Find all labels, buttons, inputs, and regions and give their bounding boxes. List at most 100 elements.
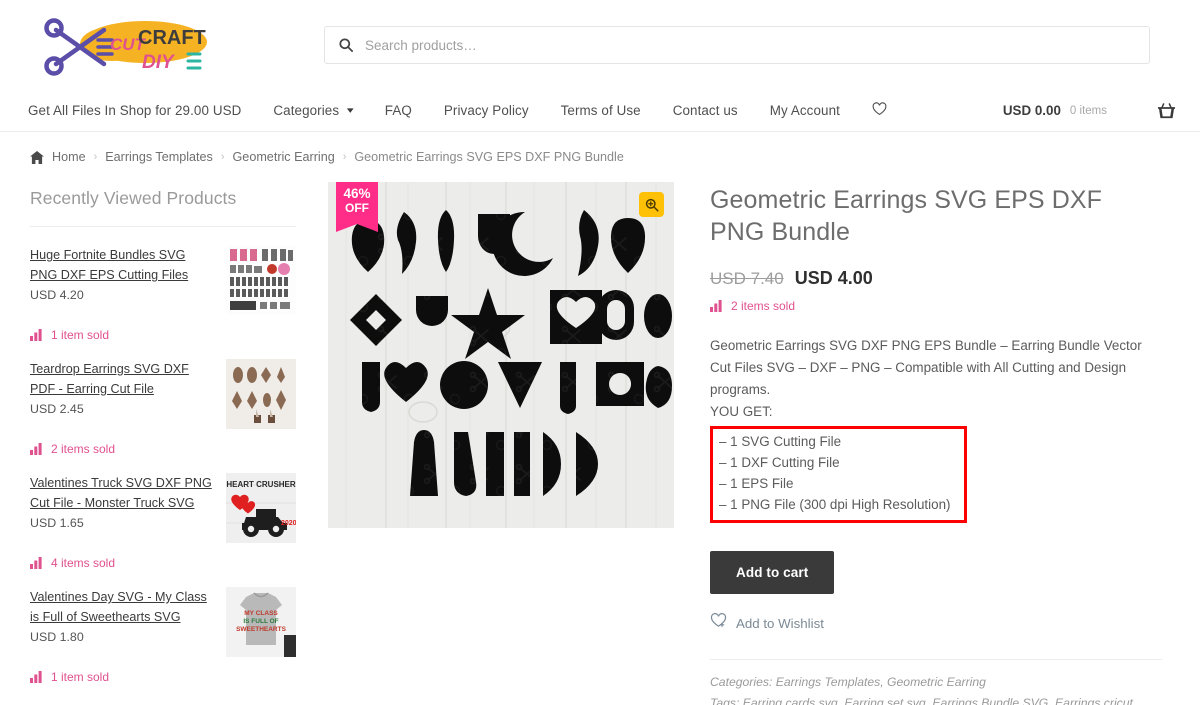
chevron-down-icon: ▾ (347, 105, 354, 115)
product-link[interactable]: Huge Fortnite Bundles SVG PNG DXF EPS Cu… (30, 245, 216, 285)
grey-tshirt-valentines-icon: MY CLASS IS FULL OF SWEETHEARTS (226, 587, 296, 657)
categories-value[interactable]: Earrings Templates, Geometric Earring (776, 675, 986, 689)
nav-label: Contact us (672, 103, 738, 118)
svg-text:MY CLASS: MY CLASS (244, 610, 278, 617)
breadcrumb-item-home[interactable]: Home (52, 150, 86, 164)
nav-item-my-account[interactable]: My Account (770, 103, 840, 118)
breadcrumb-separator: › (220, 151, 225, 163)
sidebar-recently-viewed: Recently Viewed Products Huge Fortnite B… (24, 182, 296, 705)
search-input[interactable] (363, 36, 1135, 54)
breadcrumb: Home › Earrings Templates › Geometric Ea… (0, 132, 1200, 164)
product-thumbnail[interactable] (226, 359, 296, 429)
cart-amount: USD 0.00 (1002, 103, 1061, 118)
sidebar-divider (30, 226, 296, 227)
product-image[interactable]: 46% OFF (328, 182, 674, 528)
wishlist-label: Add to Wishlist (736, 615, 824, 631)
list-item[interactable]: Valentines Day SVG - My Class is Full of… (30, 587, 296, 657)
product-thumbnail[interactable] (226, 245, 296, 315)
nav-item-contact-us[interactable]: Contact us (673, 103, 738, 118)
product-summary: Geometric Earrings SVG EPS DXF PNG Bundl… (710, 182, 1176, 705)
product-link[interactable]: Teardrop Earrings SVG DXF PDF - Earring … (30, 359, 216, 399)
product-description: Geometric Earrings SVG DXF PNG EPS Bundl… (710, 335, 1162, 523)
heart-plus-icon (710, 613, 727, 633)
sold-label: 2 items sold (51, 442, 116, 456)
site-logo[interactable]: CUT CRAFT DIY (24, 9, 314, 81)
list-item[interactable]: Huge Fortnite Bundles SVG PNG DXF EPS Cu… (30, 245, 296, 315)
product-thumbnail[interactable]: HEART CRUSHER 2020 (226, 473, 296, 543)
nav-links: Get All Files In Shop for 29.00 USD Cate… (28, 102, 887, 119)
bar-chart-icon (710, 300, 724, 312)
product-link[interactable]: Valentines Day SVG - My Class is Full of… (30, 587, 216, 627)
home-icon[interactable] (30, 150, 44, 164)
nav-item-faq[interactable]: FAQ (385, 103, 412, 118)
included-file: – 1 DXF Cutting File (719, 455, 840, 470)
nav-label: FAQ (384, 103, 412, 118)
cart-summary[interactable]: USD 0.00 0 items (1003, 102, 1176, 120)
sold-count: 2 items sold (30, 442, 296, 456)
included-file: – 1 PNG File (300 dpi High Resolution) (719, 497, 951, 512)
add-to-wishlist-button[interactable]: Add to Wishlist (710, 613, 1162, 633)
sold-count: 1 item sold (30, 328, 296, 342)
search-icon (339, 38, 353, 52)
earring-shapes-image (328, 182, 674, 528)
magnifier-plus-icon[interactable] (639, 192, 664, 217)
teardrop-earrings-wood-icon (226, 359, 296, 429)
tags-label: Tags: (710, 696, 740, 705)
sold-count: 2 items sold (710, 299, 1162, 313)
sold-label: 1 item sold (51, 670, 110, 684)
included-files-highlight: – 1 SVG Cutting File – 1 DXF Cutting Fil… (710, 426, 968, 523)
nav-item-privacy-policy[interactable]: Privacy Policy (444, 103, 529, 118)
svg-text:DIY: DIY (142, 52, 176, 73)
product-tags: Tags: Earring cards svg, Earring set svg… (710, 694, 1162, 705)
meta-divider (710, 659, 1162, 660)
included-file: – 1 SVG Cutting File (719, 434, 842, 449)
product-price: USD 1.80 (30, 630, 84, 644)
categories-label: Categories: (710, 675, 773, 689)
breadcrumb-separator: › (93, 151, 98, 163)
breadcrumb-item-current: Geometric Earrings SVG EPS DXF PNG Bundl… (354, 150, 624, 164)
product-link[interactable]: Valentines Truck SVG DXF PNG Cut File - … (30, 473, 216, 513)
list-item[interactable]: Valentines Truck SVG DXF PNG Cut File - … (30, 473, 296, 543)
nav-label: My Account (769, 103, 840, 118)
svg-text:2020: 2020 (281, 520, 296, 527)
product-info: Teardrop Earrings SVG DXF PDF - Earring … (30, 359, 226, 429)
logo-graphic: CUT CRAFT DIY (44, 18, 207, 76)
add-to-cart-button[interactable]: Add to cart (710, 551, 835, 594)
sold-count: 4 items sold (30, 556, 296, 570)
price-block: USD 7.40 USD 4.00 (710, 268, 1162, 289)
sale-percent: 46% (343, 186, 371, 201)
basket-icon[interactable] (1157, 102, 1176, 120)
bar-chart-icon (30, 671, 44, 683)
nav-label: Get All Files In Shop for 29.00 USD (28, 103, 242, 118)
heart-crusher-monster-truck-icon: HEART CRUSHER 2020 (226, 473, 296, 543)
nav-item-wishlist[interactable] (872, 102, 887, 119)
tags-value[interactable]: Earring cards svg, Earring set svg, Earr… (710, 696, 1137, 705)
sale-off-label: OFF (345, 201, 369, 215)
price-current: USD 4.00 (794, 268, 873, 288)
svg-text:HEART CRUSHER: HEART CRUSHER (226, 480, 296, 489)
heart-icon (872, 102, 887, 119)
product-price: USD 2.45 (30, 402, 84, 416)
main-content: Recently Viewed Products Huge Fortnite B… (0, 164, 1200, 705)
included-file: – 1 EPS File (719, 476, 794, 491)
sold-label: 2 items sold (731, 299, 796, 313)
breadcrumb-separator: › (342, 151, 347, 163)
main-navigation: Get All Files In Shop for 29.00 USD Cate… (0, 90, 1200, 132)
breadcrumb-item-geometric-earring[interactable]: Geometric Earring (233, 150, 335, 164)
page-title: Geometric Earrings SVG EPS DXF PNG Bundl… (710, 186, 1103, 246)
site-header: CUT CRAFT DIY (0, 0, 1200, 90)
nav-label: Categories (273, 103, 340, 118)
list-item[interactable]: Teardrop Earrings SVG DXF PDF - Earring … (30, 359, 296, 429)
nav-item-terms-of-use[interactable]: Terms of Use (561, 103, 641, 118)
search-bar[interactable] (324, 26, 1150, 64)
product-info: Valentines Day SVG - My Class is Full of… (30, 587, 226, 657)
you-get-label: YOU GET: (710, 404, 773, 419)
bar-chart-icon (30, 443, 44, 455)
svg-text:IS FULL OF: IS FULL OF (243, 618, 278, 625)
product-price: USD 4.20 (30, 288, 84, 302)
product-gallery: 46% OFF (328, 182, 674, 705)
nav-item-categories[interactable]: Categories ▾ (273, 103, 354, 118)
nav-item-all-files[interactable]: Get All Files In Shop for 29.00 USD (28, 103, 241, 118)
breadcrumb-item-earrings-templates[interactable]: Earrings Templates (105, 150, 213, 164)
product-thumbnail[interactable]: MY CLASS IS FULL OF SWEETHEARTS (226, 587, 296, 657)
